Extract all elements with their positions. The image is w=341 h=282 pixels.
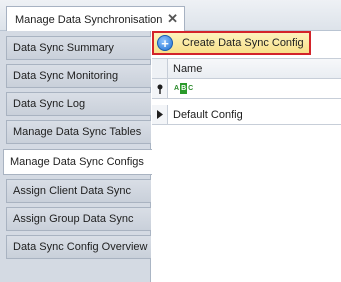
filter-cell-name[interactable]: ABC (168, 79, 341, 99)
create-button-label: Create Data Sync Config (182, 37, 304, 49)
sidebar-item-assign-group-data-sync[interactable]: Assign Group Data Sync (6, 207, 151, 231)
abc-text-filter-icon: ABC (174, 83, 194, 94)
sidebar-item-assign-client-data-sync[interactable]: Assign Client Data Sync (6, 179, 151, 203)
table-row[interactable]: Default Config (152, 105, 341, 125)
grid-filter-row: ABC (152, 79, 341, 99)
document-tab-strip: Manage Data Synchronisation ✕ (0, 0, 341, 32)
pin-icon (152, 79, 168, 99)
document-tab-title: Manage Data Synchronisation (15, 13, 163, 26)
sidebar-item-data-sync-monitoring[interactable]: Data Sync Monitoring (6, 64, 151, 88)
document-tab[interactable]: Manage Data Synchronisation ✕ (6, 6, 185, 32)
sidebar-item-manage-data-sync-configs[interactable]: Manage Data Sync Configs (3, 149, 152, 175)
grid-header-row: Name (152, 59, 341, 79)
sidebar-item-manage-data-sync-tables[interactable]: Manage Data Sync Tables (6, 120, 151, 144)
add-circle-icon: + (157, 35, 173, 51)
create-data-sync-config-button[interactable]: + Create Data Sync Config (152, 31, 311, 55)
configs-grid: Name ABC Default Config (152, 58, 341, 282)
sidebar-item-data-sync-summary[interactable]: Data Sync Summary (6, 36, 151, 60)
row-name-cell[interactable]: Default Config (168, 105, 341, 125)
sidebar-item-data-sync-config-overview[interactable]: Data Sync Config Overview (6, 235, 151, 259)
header-indicator-cell (152, 59, 168, 79)
sidebar-item-data-sync-log[interactable]: Data Sync Log (6, 92, 151, 116)
sidebar-nav: Data Sync Summary Data Sync Monitoring D… (0, 31, 152, 282)
close-icon[interactable]: ✕ (167, 11, 178, 27)
row-expand-arrow-icon[interactable] (152, 105, 168, 125)
column-header-name[interactable]: Name (168, 59, 341, 79)
